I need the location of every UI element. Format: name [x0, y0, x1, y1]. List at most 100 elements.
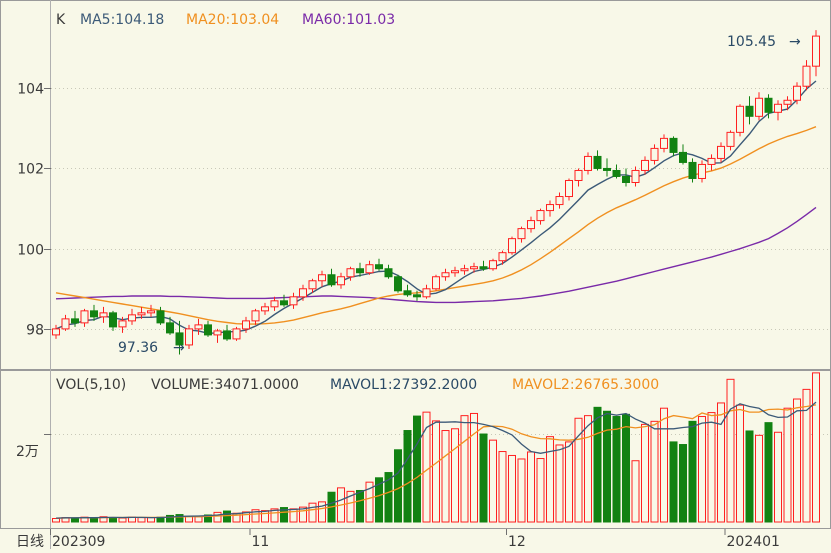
candle-body	[394, 276, 402, 292]
volume-bar	[650, 420, 659, 523]
candle	[52, 324, 60, 339]
volume-bar	[137, 517, 146, 523]
candle	[783, 96, 792, 111]
volume-bar	[118, 517, 127, 523]
volume-bar	[698, 416, 706, 523]
candle-body	[280, 300, 288, 306]
candle-body	[745, 105, 754, 117]
candle	[432, 274, 440, 291]
candle	[508, 236, 516, 255]
candle-body	[365, 264, 374, 274]
candle-body	[498, 252, 507, 262]
price-panel-frame	[0, 0, 831, 370]
candle-body	[603, 167, 611, 171]
volume-bar	[631, 460, 640, 523]
ma20-legend: MA20:103.04	[186, 12, 279, 28]
candle	[745, 96, 754, 125]
candle	[327, 268, 336, 287]
candle-body	[356, 268, 364, 274]
volume-bar	[641, 423, 649, 523]
candle	[147, 304, 155, 317]
volume-bar	[802, 388, 811, 523]
candle	[650, 144, 659, 165]
low-value: 97.36	[118, 340, 158, 356]
candle	[128, 308, 136, 325]
candle-body	[299, 288, 307, 298]
candle-body	[517, 228, 526, 240]
volume-bar	[755, 434, 763, 523]
candle-body	[413, 294, 421, 298]
candle	[565, 178, 573, 201]
candle	[251, 308, 260, 325]
candle-body	[546, 204, 554, 212]
high-value: 105.45	[727, 34, 776, 50]
candle-body	[223, 330, 231, 340]
candle-body	[61, 318, 70, 330]
volume-bar	[584, 415, 592, 523]
candle	[337, 272, 345, 289]
candle-body	[318, 274, 326, 282]
volume-bar	[413, 415, 421, 523]
candle	[99, 306, 108, 323]
candle-body	[460, 268, 469, 272]
candle-body	[128, 314, 136, 322]
volume-bar	[565, 441, 573, 523]
candle	[384, 264, 393, 279]
candle	[774, 100, 782, 121]
ma60-legend: MA60:101.03	[302, 12, 395, 28]
candle	[707, 154, 716, 171]
k-label: K	[56, 12, 66, 28]
volume-bar	[726, 378, 735, 523]
volume-bars	[52, 372, 820, 523]
candle-body	[422, 288, 431, 298]
candle-body	[251, 310, 260, 322]
low-arrow-icon: →	[173, 340, 185, 356]
candle	[223, 324, 231, 341]
volume-bar	[745, 430, 754, 523]
candle-body	[707, 157, 716, 165]
candle	[299, 284, 307, 301]
vol-prefix-legend: VOL(5,10)	[56, 377, 126, 393]
candle-body	[185, 328, 193, 346]
candle	[213, 328, 222, 343]
candle	[660, 134, 668, 153]
volume-bar	[479, 433, 488, 523]
volume-bar	[460, 415, 469, 523]
volume-bar	[213, 511, 222, 523]
candle-body	[802, 65, 811, 87]
candle-body	[783, 99, 792, 105]
volume-bar	[175, 514, 184, 523]
volume-bar	[517, 458, 526, 523]
volume-bar	[622, 413, 630, 523]
candle-body	[736, 105, 744, 133]
volume-bar	[508, 454, 516, 523]
candle-body	[156, 310, 165, 324]
volume-bar	[432, 420, 440, 523]
candle-body	[109, 312, 117, 328]
candle-body	[118, 320, 127, 328]
ma5-legend: MA5:104.18	[80, 12, 164, 28]
volume-bar	[555, 444, 564, 523]
candle-body	[812, 35, 820, 67]
candle-body	[726, 131, 735, 147]
candle	[726, 130, 735, 151]
candle	[688, 158, 697, 183]
candle-body	[289, 296, 298, 306]
candle	[194, 318, 203, 335]
candle-body	[669, 137, 678, 153]
candle-body	[584, 155, 592, 171]
volume-bar	[451, 428, 459, 523]
candle	[631, 166, 640, 187]
candle-body	[660, 137, 668, 149]
candle	[441, 268, 450, 281]
candle-body	[641, 159, 649, 171]
volume-bar	[669, 441, 678, 523]
candle	[109, 310, 117, 331]
candlesticks	[52, 30, 820, 355]
candle-body	[451, 270, 459, 274]
volume-bar	[736, 404, 744, 523]
candle	[612, 164, 621, 179]
volume-bar	[679, 444, 687, 523]
candle	[584, 152, 592, 175]
candle-body	[403, 290, 412, 296]
